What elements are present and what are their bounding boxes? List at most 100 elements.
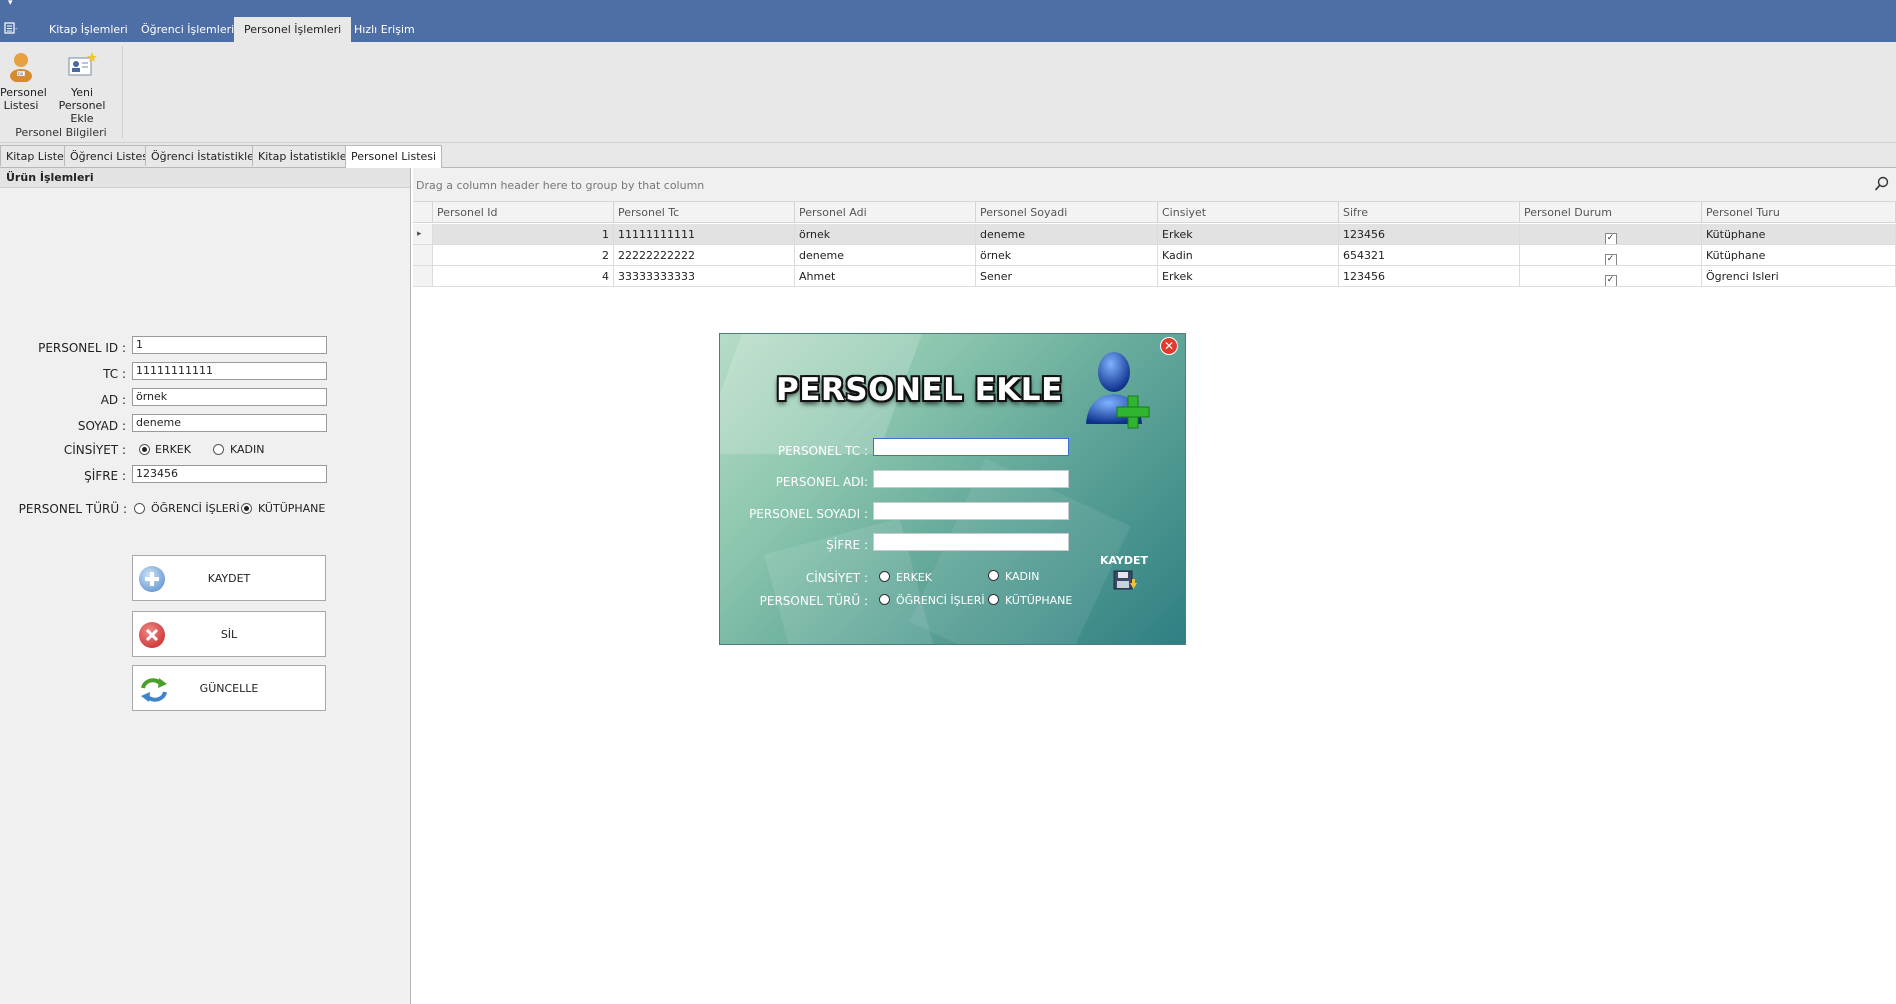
dlg-type-ogrenci-radio[interactable]: [879, 594, 890, 605]
document-tabs: Kitap Listesi Öğrenci Listesi Öğrenci İs…: [0, 143, 1896, 168]
checkbox-check-icon[interactable]: ✓: [1604, 275, 1617, 286]
table-cell[interactable]: 123456: [1339, 224, 1520, 245]
table-cell[interactable]: Ahmet: [795, 266, 976, 287]
dlg-kaydet-label: KAYDET: [1099, 554, 1149, 567]
personel-listesi-button[interactable]: DX Personel Listesi: [0, 50, 47, 112]
dlg-sifre-input[interactable]: [873, 533, 1069, 551]
table-cell[interactable]: 4: [433, 266, 614, 287]
search-icon[interactable]: [1874, 176, 1890, 192]
ribbon-tab-personel[interactable]: Personel İşlemleri: [234, 17, 352, 42]
gender-erkek-label: ERKEK: [155, 443, 191, 456]
dlg-type-kutuphane-label: KÜTÜPHANE: [1005, 594, 1073, 607]
add-user-icon: [1080, 344, 1160, 434]
column-header[interactable]: Personel Id: [433, 202, 614, 223]
svg-text:DX: DX: [18, 72, 24, 76]
ribbon-tab-kitap[interactable]: Kitap İşlemleri: [39, 17, 138, 42]
app-menu-icon[interactable]: -: [4, 22, 22, 36]
column-header[interactable]: Cinsiyet: [1158, 202, 1339, 223]
table-cell[interactable]: 22222222222: [614, 245, 795, 266]
dlg-type-kutuphane-radio[interactable]: [988, 594, 999, 605]
close-button[interactable]: ✕: [1160, 337, 1178, 355]
tc-label: TC :: [103, 367, 126, 381]
table-cell[interactable]: 33333333333: [614, 266, 795, 287]
table-cell[interactable]: Kütüphane: [1702, 224, 1896, 245]
type-ogrenci-label: ÖĞRENCİ İŞLERİ: [151, 502, 240, 515]
doc-tab-ogrenci-listesi[interactable]: Öğrenci Listesi: [64, 145, 158, 166]
add-user-card-icon: [66, 50, 98, 82]
checkbox-check-icon[interactable]: ✓: [1604, 254, 1617, 265]
table-cell[interactable]: Erkek: [1158, 224, 1339, 245]
dlg-cinsiyet-label: CİNSİYET :: [805, 571, 868, 585]
gender-erkek-radio[interactable]: [139, 444, 150, 455]
guncelle-label: GÜNCELLE: [199, 682, 259, 695]
dlg-gender-kadin-label: KADIN: [1005, 570, 1040, 583]
yeni-personel-ekle-button[interactable]: Yeni Personel Ekle: [48, 50, 116, 125]
panel-title: Ürün İşlemleri: [0, 168, 410, 188]
ribbon-group-label: Personel Bilgileri: [15, 126, 107, 139]
table-cell[interactable]: 2: [433, 245, 614, 266]
column-header[interactable]: Personel Adi: [795, 202, 976, 223]
checkbox-check-icon[interactable]: ✓: [1604, 233, 1617, 244]
sifre-field[interactable]: 123456: [132, 465, 327, 483]
table-cell[interactable]: deneme: [976, 224, 1158, 245]
doc-tab-ogrenci-istatistikleri[interactable]: Öğrenci İstatistikleri: [145, 145, 268, 166]
table-cell[interactable]: Kütüphane: [1702, 245, 1896, 266]
tc-field[interactable]: 11111111111: [132, 362, 327, 380]
kaydet-label: KAYDET: [207, 572, 251, 585]
table-cell[interactable]: 1: [433, 224, 614, 245]
kaydet-button[interactable]: KAYDET: [132, 555, 326, 601]
floppy-save-icon: [1096, 569, 1152, 598]
table-cell[interactable]: Ögrenci Isleri: [1702, 266, 1896, 287]
table-cell[interactable]: örnek: [976, 245, 1158, 266]
table-cell[interactable]: 654321: [1339, 245, 1520, 266]
dlg-tc-input[interactable]: [873, 438, 1069, 456]
type-kutuphane-label: KÜTÜPHANE: [258, 502, 326, 515]
column-header[interactable]: Sifre: [1339, 202, 1520, 223]
gender-kadin-radio[interactable]: [213, 444, 224, 455]
soyad-field[interactable]: deneme: [132, 414, 327, 432]
row-indicator[interactable]: ▸: [413, 224, 433, 245]
ribbon-tab-ogrenci[interactable]: Öğrenci İşlemleri: [131, 17, 244, 42]
dlg-gender-kadin-radio[interactable]: [988, 570, 999, 581]
personel-id-field[interactable]: 1: [132, 336, 327, 354]
personel-turu-label: PERSONEL TÜRÜ :: [18, 502, 127, 516]
personel-listesi-label: Personel Listesi: [0, 86, 47, 112]
chevron-down-icon[interactable]: ▾: [8, 0, 13, 8]
table-cell[interactable]: deneme: [795, 245, 976, 266]
dialog-title: PERSONEL EKLE: [776, 372, 1063, 408]
dlg-soyadi-input[interactable]: [873, 502, 1069, 520]
doc-tab-personel-listesi[interactable]: Personel Listesi: [345, 145, 443, 168]
title-bar: ▾ - Kitap İşlemleri Öğrenci İşlemleri Pe…: [0, 0, 1896, 42]
status-checkbox-cell[interactable]: ✓: [1520, 266, 1702, 287]
dlg-turu-label: PERSONEL TÜRÜ :: [759, 594, 868, 608]
group-panel[interactable]: Drag a column header here to group by th…: [413, 168, 1896, 202]
type-ogrenci-radio[interactable]: [134, 503, 145, 514]
column-header[interactable]: Personel Tc: [614, 202, 795, 223]
table-cell[interactable]: Sener: [976, 266, 1158, 287]
table-cell[interactable]: Kadin: [1158, 245, 1339, 266]
dlg-tc-label: PERSONEL TC :: [777, 444, 868, 458]
dlg-gender-erkek-radio[interactable]: [879, 571, 890, 582]
dlg-adi-input[interactable]: [873, 470, 1069, 488]
personel-ekle-dialog: PERSONEL EKLE ✕ PERSONEL TC : PERSONEL A…: [720, 334, 1185, 644]
table-cell[interactable]: 123456: [1339, 266, 1520, 287]
column-header[interactable]: Personel Turu: [1702, 202, 1896, 223]
dlg-adi-label: PERSONEL ADI:: [775, 475, 868, 489]
row-indicator[interactable]: [413, 245, 433, 266]
column-header[interactable]: Personel Soyadi: [976, 202, 1158, 223]
doc-tab-kitap-istatistikleri[interactable]: Kitap İstatistikleri: [252, 145, 361, 166]
ad-field[interactable]: örnek: [132, 388, 327, 406]
ribbon-tab-hizli-erisim[interactable]: Hızlı Erişim: [344, 17, 425, 42]
type-kutuphane-radio[interactable]: [241, 503, 252, 514]
row-indicator[interactable]: [413, 266, 433, 287]
status-checkbox-cell[interactable]: ✓: [1520, 245, 1702, 266]
cinsiyet-label: CİNSİYET :: [63, 443, 126, 457]
table-cell[interactable]: Erkek: [1158, 266, 1339, 287]
status-checkbox-cell[interactable]: ✓: [1520, 224, 1702, 245]
column-header[interactable]: Personel Durum: [1520, 202, 1702, 223]
guncelle-button[interactable]: GÜNCELLE: [132, 665, 326, 711]
dlg-kaydet-button[interactable]: KAYDET: [1096, 554, 1152, 598]
table-cell[interactable]: 11111111111: [614, 224, 795, 245]
sil-button[interactable]: SİL: [132, 611, 326, 657]
table-cell[interactable]: örnek: [795, 224, 976, 245]
